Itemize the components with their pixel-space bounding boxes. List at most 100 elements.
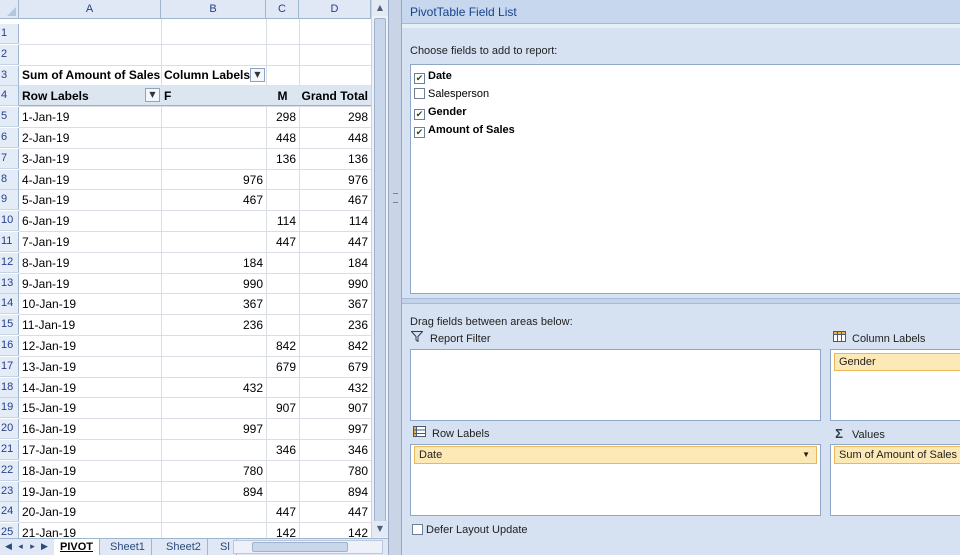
grand-total-cell[interactable]: 346 <box>299 440 371 460</box>
f-value-cell[interactable] <box>161 107 266 127</box>
row-label-cell[interactable]: 14-Jan-19 <box>19 378 161 398</box>
m-value-cell[interactable]: 907 <box>266 398 299 418</box>
m-value-cell[interactable] <box>266 253 299 273</box>
f-value-cell[interactable] <box>161 502 266 522</box>
f-value-cell[interactable]: 432 <box>161 378 266 398</box>
row-label-cell[interactable]: 8-Jan-19 <box>19 253 161 273</box>
row-header[interactable]: 11 <box>0 232 19 252</box>
m-value-cell[interactable]: 114 <box>266 211 299 231</box>
grand-total-cell[interactable]: 298 <box>299 107 371 127</box>
values-area[interactable]: Sum of Amount of Sales <box>830 444 960 516</box>
row-label-cell[interactable]: 11-Jan-19 <box>19 315 161 335</box>
row-label-cell[interactable]: 9-Jan-19 <box>19 274 161 294</box>
row-label-cell[interactable]: 13-Jan-19 <box>19 357 161 377</box>
row-labels-cell[interactable]: Row Labels <box>19 86 161 106</box>
m-value-cell[interactable]: 679 <box>266 357 299 377</box>
worksheet-grid[interactable]: A B C D 1 2 3 4 5 6 7 8 9 10 11 12 13 14 15 16 17 18 19 20 2… <box>0 0 388 538</box>
f-value-cell[interactable] <box>161 357 266 377</box>
sheet-vertical-scrollbar[interactable]: ▲ ▼ <box>371 0 388 538</box>
f-value-cell[interactable]: 184 <box>161 253 266 273</box>
row-header[interactable]: 12 <box>0 252 19 273</box>
row-labels-chip-date[interactable]: Date ▼ <box>414 446 817 464</box>
checkbox-amount-of-sales[interactable]: ✔ <box>414 127 425 138</box>
column-f-header-cell[interactable]: F <box>161 86 266 106</box>
row-header[interactable]: 6 <box>0 128 19 148</box>
row-header[interactable]: 10 <box>0 211 19 232</box>
row-label-cell[interactable]: 4-Jan-19 <box>19 170 161 190</box>
m-value-cell[interactable]: 448 <box>266 128 299 148</box>
sheet-horizontal-scrollbar[interactable] <box>233 540 383 554</box>
scroll-thumb[interactable] <box>374 18 386 523</box>
checkbox-salesperson[interactable] <box>414 88 425 99</box>
grand-total-cell[interactable]: 114 <box>299 211 371 231</box>
row-header[interactable]: 14 <box>0 294 19 315</box>
row-header[interactable]: 20 <box>0 419 19 440</box>
column-header-a[interactable]: A <box>19 0 161 19</box>
f-value-cell[interactable] <box>161 398 266 418</box>
grand-total-cell[interactable]: 447 <box>299 232 371 252</box>
column-header-c[interactable]: C <box>266 0 299 19</box>
column-labels-filter-button[interactable]: ▼ <box>250 68 265 82</box>
m-value-cell[interactable] <box>266 461 299 481</box>
row-header[interactable]: 9 <box>0 190 19 211</box>
row-label-cell[interactable]: 18-Jan-19 <box>19 461 161 481</box>
m-value-cell[interactable]: 447 <box>266 502 299 522</box>
row-header[interactable]: 17 <box>0 356 19 377</box>
f-value-cell[interactable]: 990 <box>161 274 266 294</box>
grand-total-cell[interactable]: 447 <box>299 502 371 522</box>
m-value-cell[interactable]: 447 <box>266 232 299 252</box>
scroll-up-arrow-icon[interactable]: ▲ <box>372 0 388 16</box>
sheet-tab-pivot[interactable]: PIVOT <box>54 539 101 555</box>
row-label-cell[interactable]: 16-Jan-19 <box>19 419 161 439</box>
m-value-cell[interactable] <box>266 190 299 210</box>
chip-dropdown-icon[interactable]: ▼ <box>802 447 810 463</box>
row-header[interactable]: 5 <box>0 107 19 128</box>
f-value-cell[interactable]: 894 <box>161 482 266 502</box>
m-value-cell[interactable] <box>266 378 299 398</box>
select-all-corner[interactable] <box>0 0 19 19</box>
sheet-tab-sheet1[interactable]: Sheet1 <box>104 539 152 555</box>
sheet-tab-sheet2[interactable]: Sheet2 <box>160 539 208 555</box>
divider-grip-icon[interactable] <box>393 193 398 203</box>
f-value-cell[interactable] <box>161 211 266 231</box>
row-header[interactable]: 24 <box>0 502 19 523</box>
scroll-down-arrow-icon[interactable]: ▼ <box>372 521 388 537</box>
last-sheet-icon[interactable]: ▶ <box>38 540 51 554</box>
f-value-cell[interactable] <box>161 523 266 538</box>
row-label-cell[interactable]: 20-Jan-19 <box>19 502 161 522</box>
row-label-cell[interactable]: 19-Jan-19 <box>19 482 161 502</box>
f-value-cell[interactable]: 367 <box>161 294 266 314</box>
grand-total-cell[interactable]: 842 <box>299 336 371 356</box>
grand-total-cell[interactable]: 184 <box>299 253 371 273</box>
row-label-cell[interactable]: 17-Jan-19 <box>19 440 161 460</box>
m-value-cell[interactable] <box>266 274 299 294</box>
grand-total-cell[interactable]: 432 <box>299 378 371 398</box>
report-filter-area[interactable] <box>410 349 821 421</box>
row-header[interactable]: 16 <box>0 336 19 356</box>
column-header-b[interactable]: B <box>161 0 266 19</box>
row-labels-filter-button[interactable]: ▼ <box>145 88 160 102</box>
grand-total-cell[interactable]: 142 <box>299 523 371 538</box>
m-value-cell[interactable]: 842 <box>266 336 299 356</box>
row-header[interactable]: 23 <box>0 481 19 502</box>
row-header[interactable]: 21 <box>0 440 19 460</box>
row-header[interactable]: 7 <box>0 148 19 169</box>
grand-total-cell[interactable]: 467 <box>299 190 371 210</box>
row-label-cell[interactable]: 5-Jan-19 <box>19 190 161 210</box>
row-label-cell[interactable]: 12-Jan-19 <box>19 336 161 356</box>
row-header[interactable]: 3 <box>0 65 19 86</box>
values-chip-sum-amount[interactable]: Sum of Amount of Sales <box>834 446 960 464</box>
f-value-cell[interactable] <box>161 149 266 169</box>
row-header[interactable]: 22 <box>0 460 19 481</box>
grand-total-cell[interactable]: 780 <box>299 461 371 481</box>
grand-total-cell[interactable]: 907 <box>299 398 371 418</box>
grand-total-cell[interactable]: 894 <box>299 482 371 502</box>
row-label-cell[interactable]: 3-Jan-19 <box>19 149 161 169</box>
field-salesperson[interactable]: Salesperson <box>414 86 489 104</box>
f-value-cell[interactable]: 997 <box>161 419 266 439</box>
checkbox-gender[interactable]: ✔ <box>414 109 425 120</box>
m-value-cell[interactable]: 298 <box>266 107 299 127</box>
row-header[interactable]: 15 <box>0 315 19 336</box>
f-value-cell[interactable]: 780 <box>161 461 266 481</box>
row-label-cell[interactable]: 7-Jan-19 <box>19 232 161 252</box>
